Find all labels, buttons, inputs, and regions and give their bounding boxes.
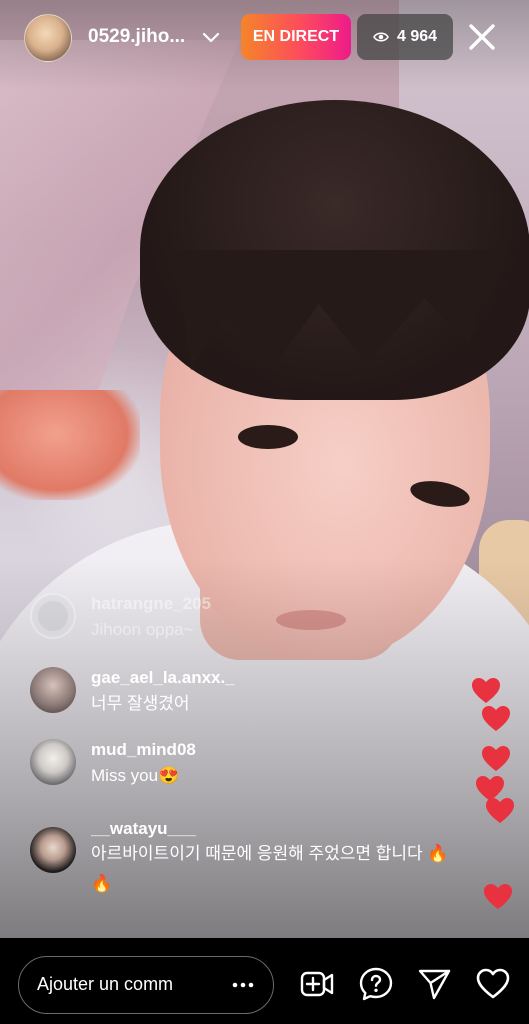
send-icon[interactable] bbox=[416, 966, 452, 1002]
host-username[interactable]: 0529.jiho... bbox=[88, 26, 206, 48]
live-header: 0529.jiho... EN DIRECT 4 964 bbox=[0, 0, 529, 78]
comment-text: Jihoon oppa~ bbox=[91, 620, 194, 639]
close-icon[interactable] bbox=[463, 18, 501, 56]
commenter-avatar[interactable] bbox=[30, 739, 76, 785]
commenter-avatar[interactable] bbox=[30, 667, 76, 713]
default-avatar-icon bbox=[38, 601, 68, 631]
viewer-count: 4 964 bbox=[396, 28, 438, 45]
comment-input[interactable]: Ajouter un comm bbox=[18, 956, 274, 1014]
floating-heart-icon bbox=[486, 798, 514, 823]
bottom-action-bar: Ajouter un comm bbox=[0, 938, 529, 1024]
live-video bbox=[0, 0, 529, 938]
floating-heart-icon bbox=[472, 678, 500, 703]
comment-username[interactable]: mud_mind08 bbox=[91, 740, 196, 760]
question-icon[interactable] bbox=[358, 966, 394, 1002]
comment-placeholder: Ajouter un comm bbox=[37, 974, 174, 994]
comment-username[interactable]: gae_ael_la.anxx._ bbox=[91, 668, 235, 688]
comment-username[interactable]: hatrangne_205 bbox=[91, 594, 211, 614]
background-cloth bbox=[0, 390, 140, 500]
host-avatar[interactable] bbox=[24, 14, 72, 62]
eye-icon bbox=[373, 32, 389, 42]
chevron-down-icon[interactable] bbox=[199, 25, 223, 49]
comment-username[interactable]: __watayu___ bbox=[91, 819, 196, 839]
comment-text: 너무 잘생겼어 bbox=[91, 694, 190, 713]
more-dots-icon[interactable] bbox=[229, 973, 257, 997]
add-guest-icon[interactable] bbox=[299, 966, 335, 1002]
person-eye-left bbox=[238, 425, 298, 449]
commenter-avatar[interactable] bbox=[30, 593, 76, 639]
floating-heart-icon bbox=[482, 746, 510, 771]
floating-heart-icon bbox=[482, 706, 510, 731]
commenter-avatar[interactable] bbox=[30, 827, 76, 873]
comment-text: Miss you😍 bbox=[91, 766, 180, 785]
floating-heart-icon bbox=[484, 884, 512, 909]
live-badge-label: EN DIRECT bbox=[252, 28, 340, 45]
comment-text: 아르바이트이기 때문에 응원해 주었으면 합니다 🔥🔥 bbox=[91, 844, 449, 893]
live-badge: EN DIRECT bbox=[241, 14, 351, 60]
heart-icon[interactable] bbox=[475, 966, 511, 1002]
viewer-count-badge[interactable]: 4 964 bbox=[357, 14, 453, 60]
